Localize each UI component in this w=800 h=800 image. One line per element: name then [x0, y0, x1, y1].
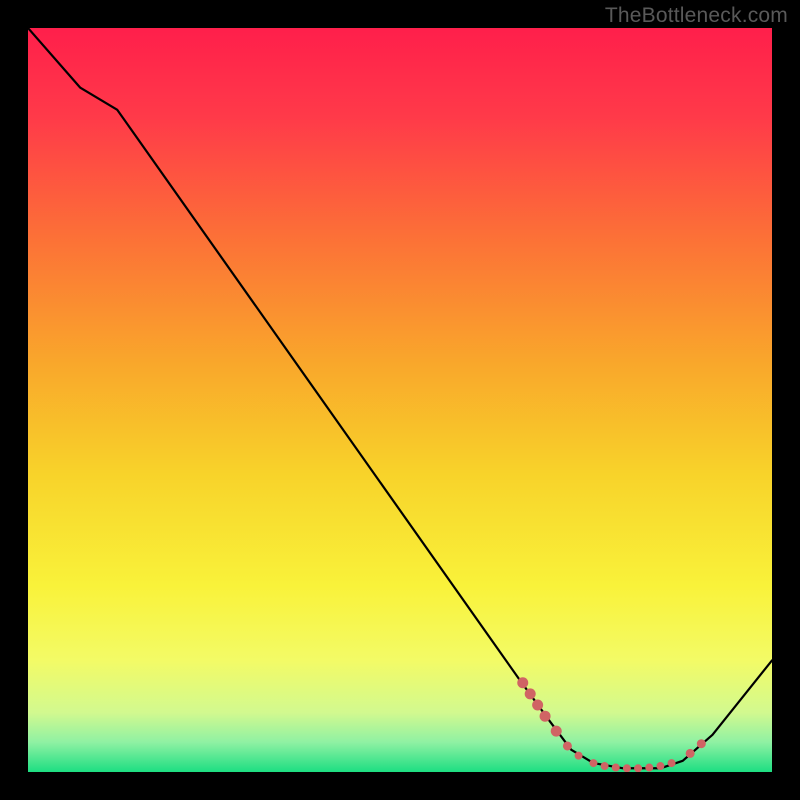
data-marker — [697, 739, 706, 748]
plot-area — [28, 28, 772, 772]
data-marker — [668, 759, 676, 767]
data-marker — [517, 677, 528, 688]
data-marker — [634, 764, 642, 772]
data-marker — [656, 762, 664, 770]
data-marker — [645, 764, 653, 772]
data-marker — [551, 726, 562, 737]
data-marker — [612, 764, 620, 772]
data-marker — [686, 749, 695, 758]
data-marker — [575, 752, 583, 760]
data-marker — [623, 764, 631, 772]
data-marker — [601, 762, 609, 770]
data-marker — [589, 759, 597, 767]
data-marker — [532, 700, 543, 711]
data-marker — [525, 688, 536, 699]
watermark-text: TheBottleneck.com — [605, 4, 788, 28]
chart-svg — [28, 28, 772, 772]
chart-stage: TheBottleneck.com — [0, 0, 800, 800]
data-marker — [563, 741, 572, 750]
data-marker — [540, 711, 551, 722]
